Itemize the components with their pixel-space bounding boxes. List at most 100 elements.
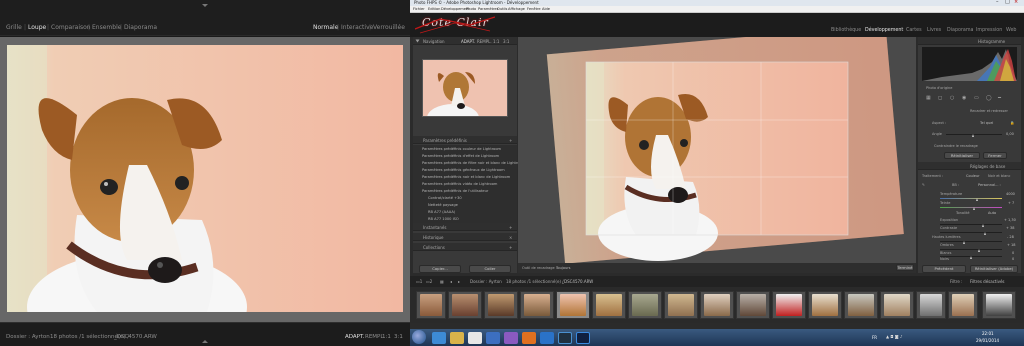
radial-filter-icon[interactable]: ◯: [986, 95, 992, 101]
module-slideshow[interactable]: Diaporama: [947, 28, 973, 33]
crop-close-button[interactable]: Fermer: [983, 152, 1007, 159]
wb-value[interactable]: Personnal... :: [978, 183, 1001, 187]
nav-zoom-1-1[interactable]: 1:1: [493, 39, 499, 44]
crop-tool-value[interactable]: Toujours: [556, 266, 571, 270]
filename[interactable]: _DSC4570.ARW: [114, 334, 157, 340]
treatment-color[interactable]: Couleur: [966, 174, 980, 178]
angle-slider-thumb[interactable]: [972, 134, 974, 137]
tint-slider[interactable]: [940, 207, 1002, 208]
preset-folder[interactable]: Paramètres prédéfinis d'effet de Lightro…: [422, 154, 499, 158]
filmstrip-thumb[interactable]: [772, 291, 806, 319]
module-loupe[interactable]: Loupe: [28, 24, 46, 31]
crop-reset-button[interactable]: Réinitialiser: [944, 152, 980, 159]
forward-icon[interactable]: ▸: [458, 279, 460, 284]
menu-tools[interactable]: Outils: [497, 7, 507, 11]
maximize-icon[interactable]: □: [1005, 0, 1010, 5]
menu-edit[interactable]: Edition: [428, 7, 440, 11]
collapse-bottom-icon[interactable]: [202, 340, 208, 343]
shadows-slider[interactable]: [940, 249, 1002, 250]
preset-folder[interactable]: Paramètres prédéfinis vidéo de Lightroom: [422, 182, 497, 186]
done-button[interactable]: Terminé: [896, 264, 914, 271]
highlights-slider[interactable]: [940, 241, 1002, 242]
expand-triangle-icon[interactable]: [415, 39, 420, 43]
snapshots-header[interactable]: Instantanés +: [413, 223, 517, 231]
add-preset-icon[interactable]: +: [509, 138, 512, 143]
add-snapshot-icon[interactable]: +: [509, 225, 512, 230]
view-normal[interactable]: Normale: [313, 24, 338, 31]
module-slideshow[interactable]: Diaporama: [124, 24, 157, 31]
reset-adobe-button[interactable]: Réinitialiser (Adobe): [970, 265, 1018, 273]
histogram[interactable]: [922, 47, 1017, 81]
media-icon[interactable]: [468, 332, 482, 344]
histogram-header[interactable]: Histogramme: [918, 37, 1021, 45]
language-indicator[interactable]: FR: [872, 335, 877, 340]
module-library[interactable]: Bibliothèque: [831, 28, 861, 33]
module-map[interactable]: Cartes: [906, 28, 922, 33]
back-icon[interactable]: ◂: [450, 279, 452, 284]
zoom-fit[interactable]: ADAPT.: [345, 334, 364, 340]
minimize-icon[interactable]: –: [996, 0, 999, 5]
monitor-1-icon[interactable]: ▭1: [416, 279, 422, 284]
preset-item[interactable]: RB A77 1000 ISO: [428, 217, 459, 221]
app-icon[interactable]: [540, 332, 554, 344]
exposure-slider[interactable]: [940, 224, 1002, 225]
filmstrip-thumb[interactable]: [520, 291, 554, 319]
preset-item[interactable]: RB A77 (AAAA): [428, 210, 455, 214]
filmstrip-thumb[interactable]: [448, 291, 482, 319]
zoom-3-1[interactable]: 3:1: [394, 334, 403, 340]
module-book[interactable]: Livres: [927, 28, 941, 33]
menu-view[interactable]: Affichage: [508, 7, 525, 11]
grid-view-icon[interactable]: ▦: [440, 279, 444, 284]
preset-folder[interactable]: Paramètres prédéfinis noir et blanc de L…: [422, 175, 510, 179]
basic-header[interactable]: Réglages de base: [918, 162, 1021, 170]
spot-removal-icon[interactable]: ○: [950, 95, 954, 101]
module-grid[interactable]: Grille: [6, 24, 22, 31]
history-header[interactable]: Historique ×: [413, 233, 517, 241]
start-button[interactable]: [412, 330, 426, 344]
preset-folder[interactable]: Paramètres prédéfinis de l'utilisateur: [422, 189, 488, 193]
lock-icon[interactable]: 🔒: [1010, 121, 1014, 125]
module-print[interactable]: Impression: [976, 28, 1002, 33]
paste-button[interactable]: Coller: [469, 265, 511, 273]
photoshop-icon[interactable]: [576, 332, 590, 344]
filmstrip-thumb[interactable]: [664, 291, 698, 319]
firefox-icon[interactable]: [522, 332, 536, 344]
navigator-header[interactable]: Navigation ADAPT. REMPL. 1:1 3:1: [413, 37, 517, 45]
preset-item[interactable]: Netteté paysage: [428, 203, 458, 207]
tint-slider-thumb[interactable]: [973, 207, 975, 210]
monitor-2-icon[interactable]: ▭2: [426, 279, 432, 284]
aspect-value[interactable]: Tel quel: [980, 121, 993, 125]
presets-header[interactable]: Paramètres prédéfinis +: [413, 136, 517, 144]
module-survey[interactable]: Ensemble: [92, 24, 121, 31]
lightroom-icon[interactable]: [558, 332, 572, 344]
temp-slider[interactable]: [940, 198, 1002, 199]
whites-slider-thumb[interactable]: [970, 256, 972, 259]
menu-photo[interactable]: Photo: [466, 7, 476, 11]
contrast-slider-thumb[interactable]: [984, 232, 986, 235]
shadows-slider-thumb[interactable]: [978, 249, 980, 252]
eyedropper-icon[interactable]: ✎: [922, 183, 925, 187]
menu-help[interactable]: Aide: [542, 7, 550, 11]
copy-button[interactable]: Copier...: [419, 265, 461, 273]
graduated-filter-icon[interactable]: ▭: [974, 95, 979, 101]
filmstrip-thumb[interactable]: [844, 291, 878, 319]
develop-canvas[interactable]: [518, 24, 916, 264]
ie-icon[interactable]: [432, 332, 446, 344]
navigator-preview[interactable]: [422, 59, 508, 117]
folder-label[interactable]: Dossier : Ayrton: [6, 334, 50, 340]
auto-button[interactable]: Auto: [988, 211, 996, 215]
angle-slider[interactable]: [946, 134, 1002, 135]
module-web[interactable]: Web: [1006, 28, 1016, 33]
filmstrip-thumb[interactable]: [700, 291, 734, 319]
word-icon[interactable]: [486, 332, 500, 344]
preset-folder[interactable]: Paramètres prédéfinis généraux de Lightr…: [422, 168, 505, 172]
grid-icon[interactable]: ▦: [926, 95, 931, 101]
zoom-1-1[interactable]: 1:1: [382, 334, 391, 340]
menu-window[interactable]: Fenêtre: [527, 7, 541, 11]
app-icon[interactable]: [504, 332, 518, 344]
filmstrip-thumb[interactable]: [592, 291, 626, 319]
add-collection-icon[interactable]: +: [509, 245, 512, 250]
clear-history-icon[interactable]: ×: [509, 235, 512, 240]
previous-button[interactable]: Précédent: [922, 265, 966, 273]
nav-zoom-fit[interactable]: ADAPT.: [461, 39, 475, 44]
